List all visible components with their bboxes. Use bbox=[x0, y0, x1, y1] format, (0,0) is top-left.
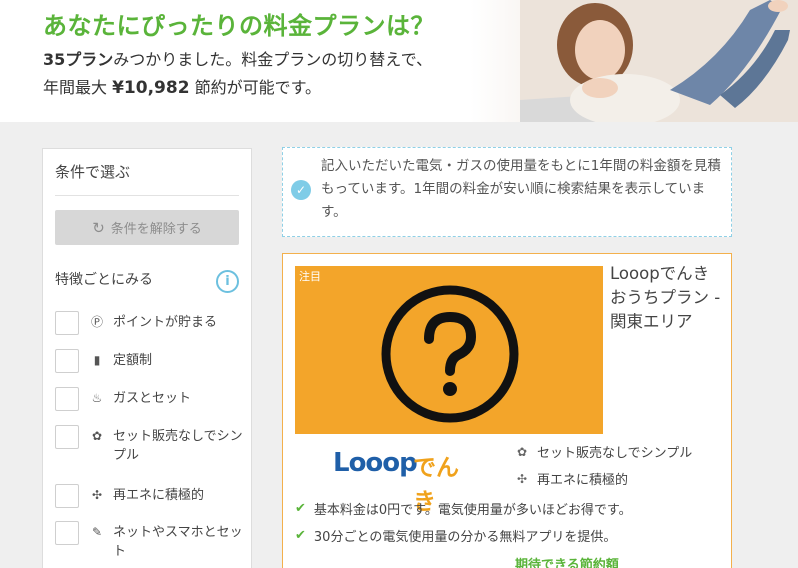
plan-feature-text: 基本料金は0円です。電気使用量が多いほどお得です。 bbox=[313, 503, 632, 518]
plan-title[interactable]: Looopでんき おうちプラン - 関東エリア bbox=[610, 262, 730, 334]
filter-option-renewable[interactable]: ✣ 再エネに積極的 bbox=[55, 484, 245, 508]
filter-option-net-set[interactable]: ✎ ネットやスマホとセット bbox=[55, 521, 245, 561]
info-icon[interactable]: i bbox=[216, 270, 239, 293]
simple-icon: ✿ bbox=[516, 444, 528, 459]
check-icon: ✔ bbox=[295, 528, 306, 543]
filter-label: ネットやスマホとセット bbox=[113, 525, 243, 559]
checkbox[interactable] bbox=[55, 349, 79, 373]
hero-photo bbox=[520, 0, 798, 122]
sidebar-title: 条件で選ぶ bbox=[55, 163, 131, 181]
reset-filters-button[interactable]: ↻ 条件を解除する bbox=[55, 210, 239, 245]
renewable-icon: ✣ bbox=[91, 488, 103, 502]
filter-option-gas-set[interactable]: ♨ ガスとセット bbox=[55, 387, 245, 411]
notice-text: 記入いただいた電気・ガスの使用量をもとに1年間の料金額を見積もっています。1年間… bbox=[321, 158, 721, 220]
checkbox[interactable] bbox=[55, 484, 79, 508]
filter-label: 再エネに積極的 bbox=[113, 488, 205, 503]
gas-set-icon: ♨ bbox=[91, 391, 103, 405]
checkbox[interactable] bbox=[55, 387, 79, 411]
flat-rate-icon: ▮ bbox=[93, 353, 101, 367]
plan-tag-renewable: ✣ 再エネに積極的 bbox=[515, 469, 629, 489]
question-mark-icon bbox=[381, 285, 519, 423]
filter-sidebar: 条件で選ぶ ↻ 条件を解除する 特徴ごとにみる i Ⓟ ポイントが貯まる ▮ 定… bbox=[42, 148, 252, 568]
featured-badge: 注目 bbox=[299, 270, 321, 283]
net-set-icon: ✎ bbox=[91, 525, 103, 539]
tag-label: セット販売なしでシンプル bbox=[537, 446, 693, 461]
simple-icon: ✿ bbox=[91, 429, 103, 443]
plan-tag-simple: ✿ セット販売なしでシンプル bbox=[515, 442, 693, 462]
points-icon: Ⓟ bbox=[90, 315, 103, 329]
plans-count: 35プラン bbox=[43, 50, 114, 69]
renewable-icon: ✣ bbox=[516, 471, 528, 486]
plan-feature: ✔ 基本料金は0円です。電気使用量が多いほどお得です。 bbox=[295, 499, 632, 518]
logo-main: Looop bbox=[333, 448, 418, 478]
checkbox[interactable] bbox=[55, 311, 79, 335]
filter-option-flat-rate[interactable]: ▮ 定額制 bbox=[55, 349, 245, 373]
max-saving-amount: ¥10,982 bbox=[112, 78, 190, 98]
hero-title: あなたにぴったりの料金プランは？ bbox=[43, 12, 435, 40]
filter-option-simple[interactable]: ✿ セット販売なしでシンプル bbox=[55, 425, 245, 465]
hero-line2-suffix: 節約が可能です。 bbox=[189, 78, 322, 97]
filter-option-points[interactable]: Ⓟ ポイントが貯まる bbox=[55, 311, 245, 335]
sidebar-divider bbox=[55, 195, 239, 196]
hero-line2-prefix: 年間最大 bbox=[43, 78, 113, 97]
plan-feature-text: 30分ごとの電気使用量の分かる無料アプリを提供。 bbox=[313, 530, 617, 545]
filter-label: 定額制 bbox=[113, 353, 153, 368]
hero-line1-text: みつかりました。料金プランの切り替えで、 bbox=[113, 50, 433, 69]
checkbox[interactable] bbox=[55, 521, 79, 545]
expected-saving-label: 期待できる節約額 bbox=[515, 558, 619, 568]
hero-result-line: 35プランみつかりました。料金プランの切り替えで、 bbox=[43, 46, 432, 70]
plan-card[interactable]: 注目 Looopでんき おうちプラン - 関東エリア Looop でんき ✿ セ… bbox=[282, 253, 732, 568]
filter-label: ガスとセット bbox=[113, 391, 192, 406]
tag-label: 再エネに積極的 bbox=[537, 473, 629, 488]
hero-banner: あなたにぴったりの料金プランは？ 35プランみつかりました。料金プランの切り替え… bbox=[0, 0, 798, 122]
check-circle-icon: ✓ bbox=[291, 180, 311, 200]
check-icon: ✔ bbox=[295, 501, 306, 516]
filter-label: セット販売なしでシンプル bbox=[113, 429, 243, 463]
checkbox[interactable] bbox=[55, 425, 79, 449]
plan-image-placeholder[interactable]: 注目 bbox=[295, 266, 603, 434]
estimate-notice: ✓ 記入いただいた電気・ガスの使用量をもとに1年間の料金額を見積もっています。1… bbox=[282, 147, 732, 237]
hero-saving-line: 年間最大 ¥10,982 節約が可能です。 bbox=[43, 74, 321, 98]
reset-label: 条件を解除する bbox=[110, 222, 202, 237]
reset-icon: ↻ bbox=[92, 218, 105, 237]
filter-label: ポイントが貯まる bbox=[113, 315, 218, 330]
provider-logo: Looop でんき bbox=[333, 442, 473, 515]
feature-section-title: 特徴ごとにみる bbox=[55, 272, 153, 288]
plan-feature: ✔ 30分ごとの電気使用量の分かる無料アプリを提供。 bbox=[295, 526, 616, 545]
